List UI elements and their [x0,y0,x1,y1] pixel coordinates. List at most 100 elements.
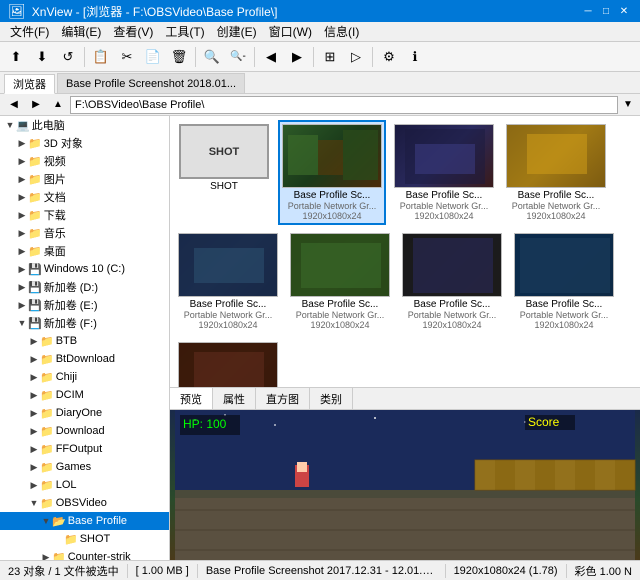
toggle-docs[interactable]: ▶ [16,192,28,203]
menu-tools[interactable]: 工具(T) [159,21,210,42]
tree-item-docs[interactable]: ▶ 📁 文档 [0,188,169,206]
tree-item-lol[interactable]: ▶ 📁 LOL [0,476,169,494]
tb-view-thumbnails[interactable]: ⊞ [318,45,342,69]
toggle-video[interactable]: ▶ [16,156,28,167]
toggle-btdownload[interactable]: ▶ [28,354,40,365]
list-item[interactable]: Base Profile Sc... Portable Network Gr..… [390,120,498,225]
tb-delete[interactable]: 🗑 [167,45,191,69]
addr-forward[interactable]: ▶ [26,96,46,114]
tree-item-winc[interactable]: ▶ 💾 Windows 10 (C:) [0,260,169,278]
list-item[interactable]: Base Profile Sc... Portable Network Gr..… [398,229,506,334]
tree-item-obsvideo[interactable]: ▼ 📁 OBSVideo [0,494,169,512]
tree-item-games[interactable]: ▶ 📁 Games [0,458,169,476]
menu-view[interactable]: 查看(V) [107,21,159,42]
menu-info[interactable]: 信息(I) [318,21,365,42]
toggle-newf[interactable]: ▼ [16,318,28,328]
tree-item-music[interactable]: ▶ 📁 音乐 [0,224,169,242]
toggle-games[interactable]: ▶ [28,462,40,473]
toggle-music[interactable]: ▶ [16,228,28,239]
tree-item-counterstrike[interactable]: ▶ 📁 Counter-strik [0,548,169,560]
label-pictures: 图片 [44,171,66,187]
toggle-3d[interactable]: ▶ [16,138,28,149]
toggle-baseprofile[interactable]: ▼ [40,516,52,526]
tb-copy[interactable]: 📋 [89,45,113,69]
toggle-dcim[interactable]: ▶ [28,390,40,401]
toggle-ffoutput[interactable]: ▶ [28,444,40,455]
maximize-button[interactable]: □ [598,4,614,18]
tree-item-downloads[interactable]: ▶ 📁 下载 [0,206,169,224]
toggle-obsvideo[interactable]: ▼ [28,498,40,508]
toggle-winc[interactable]: ▶ [16,264,28,275]
tab-preview[interactable]: 预览 [170,388,213,409]
tree-item-pc[interactable]: ▼ 💻 此电脑 [0,116,169,134]
list-item[interactable]: Base Profile Sc... Portable Network Gr..… [174,229,282,334]
tree-item-shot[interactable]: 📁 SHOT [0,530,169,548]
address-input[interactable] [70,96,618,114]
tb-up[interactable]: ⬆ [4,45,28,69]
toggle-lol[interactable]: ▶ [28,480,40,491]
tb-slideshow[interactable]: ▷ [344,45,368,69]
toggle-newd[interactable]: ▶ [16,282,28,293]
toggle-btb[interactable]: ▶ [28,336,40,347]
toggle-pc[interactable]: ▼ [4,120,16,130]
menu-window[interactable]: 窗口(W) [263,21,318,42]
tab-properties[interactable]: 属性 [213,388,256,409]
tab-browser[interactable]: 浏览器 [4,74,55,94]
tb-down[interactable]: ⬇ [30,45,54,69]
toggle-downloads[interactable]: ▶ [16,210,28,221]
tb-info[interactable]: ℹ [403,45,427,69]
tree-item-desktop[interactable]: ▶ 📁 桌面 [0,242,169,260]
tree-item-diaryone[interactable]: ▶ 📁 DiaryOne [0,404,169,422]
tree-item-ffoutput[interactable]: ▶ 📁 FFOutput [0,440,169,458]
list-item[interactable]: Base Profile Sc... Portable Network Gr..… [278,120,386,225]
menu-file[interactable]: 文件(F) [4,21,55,42]
tree-item-newe[interactable]: ▶ 💾 新加卷 (E:) [0,296,169,314]
tree-item-baseprofile[interactable]: ▼ 📂 Base Profile [0,512,169,530]
tab-categories[interactable]: 类别 [310,388,353,409]
list-item[interactable]: Base Profile Sc... Portable Network Gr..… [286,229,394,334]
minimize-button[interactable]: ─ [580,4,596,18]
tb-cut[interactable]: ✂ [115,45,139,69]
menu-edit[interactable]: 编辑(E) [55,21,107,42]
icon-ffoutput: 📁 [40,443,54,456]
tb-prev[interactable]: ◀ [259,45,283,69]
menu-create[interactable]: 创建(E) [211,21,263,42]
tree-item-btb[interactable]: ▶ 📁 BTB [0,332,169,350]
toggle-newe[interactable]: ▶ [16,300,28,311]
tb-zoom-out[interactable]: 🔍- [226,45,250,69]
tab-screenshot[interactable]: Base Profile Screenshot 2018.01... [57,73,245,93]
tree-item-download[interactable]: ▶ 📁 Download [0,422,169,440]
list-item[interactable]: SHOT SHOT [174,120,274,210]
tree-item-newf[interactable]: ▼ 💾 新加卷 (F:) [0,314,169,332]
tb-refresh[interactable]: ↺ [56,45,80,69]
addr-back[interactable]: ◀ [4,96,24,114]
list-item[interactable]: Base Profile Sc... Portable Network Gr..… [174,338,282,387]
list-item[interactable]: Base Profile Sc... Portable Network Gr..… [502,120,610,225]
toggle-pictures[interactable]: ▶ [16,174,28,185]
tree-item-pictures[interactable]: ▶ 📁 图片 [0,170,169,188]
list-item[interactable]: Base Profile Sc... Portable Network Gr..… [510,229,618,334]
tree-item-3d[interactable]: ▶ 📁 3D 对象 [0,134,169,152]
toggle-chiji[interactable]: ▶ [28,372,40,383]
toggle-counterstrike[interactable]: ▶ [40,552,52,561]
tb-zoom-in[interactable]: 🔍 [200,45,224,69]
tb-next[interactable]: ▶ [285,45,309,69]
tree-item-chiji[interactable]: ▶ 📁 Chiji [0,368,169,386]
tree-item-dcim[interactable]: ▶ 📁 DCIM [0,386,169,404]
toolbar-sep-1 [84,47,85,67]
tree-item-video[interactable]: ▶ 📁 视频 [0,152,169,170]
addr-go[interactable]: ▼ [620,96,636,114]
icon-pictures: 📁 [28,173,42,186]
addr-up[interactable]: ▲ [48,96,68,114]
close-button[interactable]: ✕ [616,4,632,18]
toggle-desktop[interactable]: ▶ [16,246,28,257]
icon-baseprofile: 📂 [52,515,66,528]
icon-newe: 💾 [28,299,42,312]
toggle-download[interactable]: ▶ [28,426,40,437]
tab-histogram[interactable]: 直方图 [256,388,310,409]
tb-paste[interactable]: 📄 [141,45,165,69]
tb-settings[interactable]: ⚙ [377,45,401,69]
tree-item-newd[interactable]: ▶ 💾 新加卷 (D:) [0,278,169,296]
toggle-diaryone[interactable]: ▶ [28,408,40,419]
tree-item-btdownload[interactable]: ▶ 📁 BtDownload [0,350,169,368]
